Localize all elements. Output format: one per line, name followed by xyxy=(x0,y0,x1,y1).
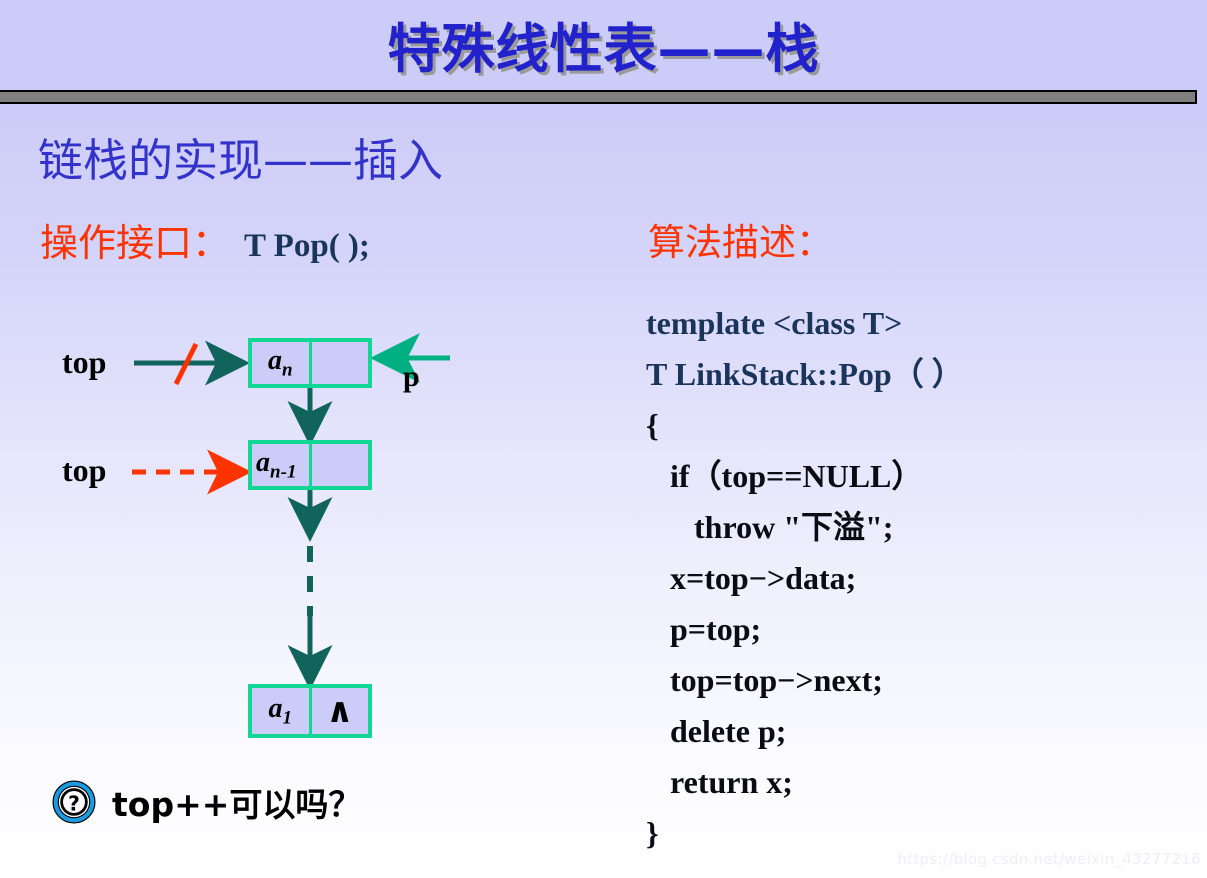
watermark-text: https://blog.csdn.net/weixin_43277216 xyxy=(897,850,1201,868)
code-line: delete p; xyxy=(646,713,787,749)
stack-node-top-data-cell: an xyxy=(252,342,312,384)
stack-node-bottom-label: a1 xyxy=(268,692,293,729)
slide-title-container: 特殊线性表——栈 xyxy=(0,16,1207,88)
algorithm-description-label: 算法描述： xyxy=(648,221,833,264)
question-hint-row: ? top++可以吗？ xyxy=(52,778,361,826)
stack-node-top-next-cell xyxy=(312,342,369,384)
code-line: p=top; xyxy=(646,611,762,647)
code-line: if（top==NULL） xyxy=(646,458,924,494)
stack-node-bottom-data-cell: a1 xyxy=(252,688,312,734)
stack-node-top-subscript: n xyxy=(281,359,293,381)
p-pointer-label: p xyxy=(403,360,420,393)
question-hint-text: top++可以吗？ xyxy=(112,785,362,824)
operation-interface-label: 操作接口： xyxy=(40,221,231,265)
operation-interface-signature: T Pop( ); xyxy=(244,228,370,264)
stack-node-second-subscript: n-1 xyxy=(270,461,297,483)
operation-interface-line: 操作接口： T Pop( ); xyxy=(40,212,370,267)
stack-node-second-next-cell xyxy=(312,444,369,486)
code-line: template <class T> xyxy=(646,305,903,341)
top-clipped-text-right: ………… xyxy=(1110,0,1198,5)
slide-title: 特殊线性表——栈 xyxy=(387,19,820,80)
stack-node-second-data-cell: an-1 xyxy=(252,444,312,486)
stack-node-second: an-1 xyxy=(248,440,372,490)
code-line: x=top−>data; xyxy=(646,560,857,596)
null-pointer-symbol: ∧ xyxy=(325,693,354,730)
algorithm-code-block: template <class T> T LinkStack::Pop（ ） {… xyxy=(646,298,1206,859)
stack-node-bottom: a1 ∧ xyxy=(248,684,372,738)
top-old-pointer-label: top xyxy=(62,344,107,380)
question-circle-icon: ? xyxy=(52,780,96,824)
stack-node-bottom-next-cell: ∧ xyxy=(312,688,369,734)
code-line: throw "下溢"; xyxy=(646,509,894,545)
top-clipped-text-left: ………… xyxy=(6,0,94,5)
top-new-pointer-label: top xyxy=(62,452,107,488)
slide-subtitle: 链栈的实现——插入 xyxy=(38,134,444,187)
slide-canvas: ………… ………… 特殊线性表——栈 链栈的实现——插入 操作接口： T Pop(… xyxy=(0,0,1207,878)
top-clipped-text-strip: ………… ………… xyxy=(0,0,1207,8)
linked-stack-diagram: an an-1 a1 ∧ top top p xyxy=(0,300,620,760)
stack-node-top: an xyxy=(248,338,372,388)
code-line: T LinkStack::Pop（ ） xyxy=(646,356,964,392)
code-line: return x; xyxy=(646,764,793,800)
code-line: top=top−>next; xyxy=(646,662,883,698)
stack-node-top-label: an xyxy=(267,344,293,381)
svg-text:?: ? xyxy=(68,791,80,815)
title-divider-bar xyxy=(0,90,1197,104)
code-line: { xyxy=(646,407,659,443)
stack-node-second-label: an-1 xyxy=(256,446,297,483)
stack-node-bottom-subscript: 1 xyxy=(282,707,293,729)
